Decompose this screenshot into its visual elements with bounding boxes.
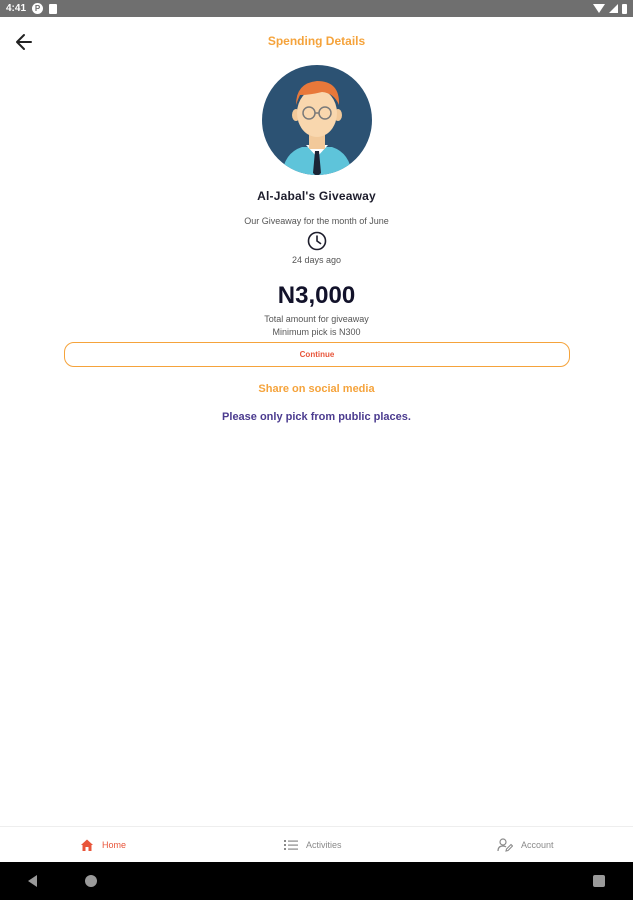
nav-home-label: Home [102, 840, 127, 850]
time-ago: 24 days ago [291, 255, 342, 265]
app-notification-icon: P [32, 3, 44, 14]
system-recents-icon[interactable] [593, 875, 605, 887]
avatar [262, 65, 372, 175]
system-nav-bar [0, 862, 633, 900]
clock-icon [307, 231, 327, 251]
list-icon [284, 840, 298, 850]
nav-account-label: Account [521, 840, 554, 850]
battery-icon [622, 3, 627, 14]
giveaway-amount: N3,000 [277, 282, 356, 309]
status-time: 4:41 [6, 3, 27, 14]
signal-icon [609, 4, 618, 13]
status-bar: 4:41 P [0, 0, 633, 17]
continue-button[interactable]: Continue [64, 342, 570, 367]
nav-activities-label: Activities [306, 840, 342, 850]
user-edit-icon [497, 838, 513, 852]
nav-account[interactable]: Account [497, 827, 554, 863]
minimum-pick-label: Minimum pick is N300 [272, 327, 361, 337]
giveaway-name: Al-Jabal's Giveaway [257, 189, 376, 203]
nav-activities[interactable]: Activities [284, 827, 342, 863]
giveaway-description: Our Giveaway for the month of June [244, 216, 389, 226]
bottom-nav: Home Activities Account [0, 826, 633, 862]
nav-home[interactable]: Home [80, 827, 126, 863]
system-back-icon[interactable] [28, 875, 37, 887]
status-right [593, 3, 627, 14]
status-left: 4:41 P [6, 3, 58, 14]
wifi-icon [593, 4, 605, 13]
share-social-link[interactable]: Share on social media [0, 383, 633, 395]
public-places-notice: Please only pick from public places. [222, 411, 411, 423]
page-title: Spending Details [267, 34, 366, 48]
sd-card-icon [49, 3, 58, 14]
home-icon [81, 839, 93, 851]
total-amount-label: Total amount for giveaway [264, 314, 369, 324]
system-home-icon[interactable] [85, 875, 97, 887]
